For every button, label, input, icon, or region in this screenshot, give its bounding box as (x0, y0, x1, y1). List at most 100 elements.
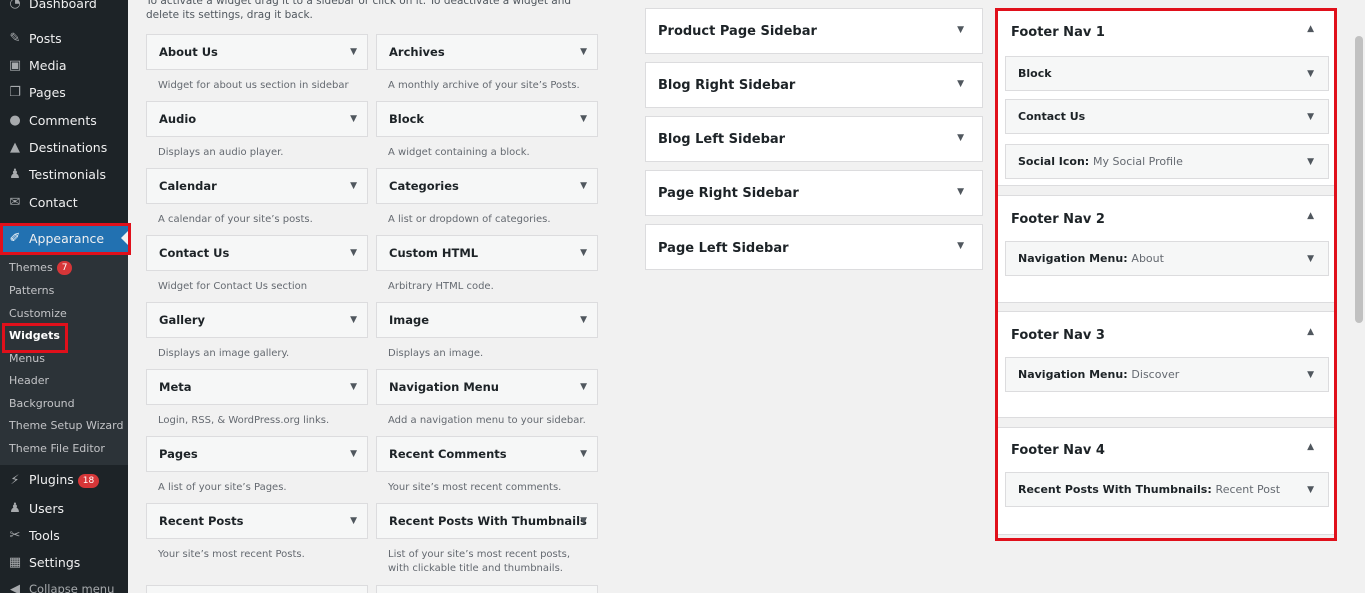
caret-down-icon: ▼ (580, 114, 587, 124)
widget-custom-html[interactable]: Custom HTML ▼ (376, 235, 598, 271)
widget-categories[interactable]: Categories ▼ (376, 168, 598, 204)
footer-nav-4[interactable]: Footer Nav 4 ▲ Recent Posts With Thumbna… (996, 427, 1335, 535)
footer-widget-navigation-menu-discover[interactable]: Navigation Menu: Discover ▼ (1005, 357, 1329, 392)
sidebar-blog-right[interactable]: Blog Right Sidebar ▼ (645, 62, 983, 108)
widget-partial[interactable] (376, 585, 598, 593)
widget-description: A widget containing a block. (388, 147, 530, 158)
widget-block[interactable]: Block ▼ (376, 101, 598, 137)
menu-collapse[interactable]: ◀ Collapse menu (0, 576, 128, 593)
caret-down-icon: ▼ (1307, 254, 1314, 264)
submenu-themes[interactable]: Themes 7 (9, 259, 73, 277)
menu-testimonials[interactable]: ♟ Testimonials (0, 161, 128, 187)
widget-audio[interactable]: Audio ▼ (146, 101, 368, 137)
footer-sidebars: Footer Nav 1 ▲ Block ▼ Contact Us ▼ Social… (996, 9, 1335, 540)
themes-update-badge: 7 (56, 261, 73, 275)
wrench-icon: ✂ (9, 527, 21, 543)
footer-nav-3[interactable]: Footer Nav 3 ▲ Navigation Menu: Discover… (996, 311, 1335, 418)
page-scrollbar[interactable] (1352, 0, 1365, 593)
widget-description: Widget for about us section in sidebar (158, 80, 349, 91)
widget-partial[interactable] (146, 585, 368, 593)
sidebar-product-page[interactable]: Product Page Sidebar ▼ (645, 8, 983, 54)
dashboard-icon: ◔ (9, 0, 21, 11)
widget-recent-posts-with-thumbnails[interactable]: Recent Posts With Thumbnails ▼ (376, 503, 598, 539)
settings-icon: ▦ (8, 554, 22, 570)
submenu-header[interactable]: Header (9, 372, 49, 390)
sidebar-blog-left[interactable]: Blog Left Sidebar ▼ (645, 116, 983, 162)
submenu-patterns[interactable]: Patterns (9, 282, 54, 300)
menu-destinations[interactable]: ▲ Destinations (0, 134, 128, 160)
caret-down-icon: ▼ (1307, 69, 1314, 79)
menu-plugins[interactable]: ⚡ Plugins 18 (0, 467, 128, 493)
users-icon: ♟ (9, 500, 21, 516)
menu-media[interactable]: ▣ Media (0, 52, 128, 78)
caret-down-icon: ▼ (1307, 157, 1314, 167)
submenu-menus[interactable]: Menus (9, 350, 45, 368)
caret-down-icon: ▼ (350, 181, 357, 191)
menu-dashboard[interactable]: ◔ Dashboard (0, 0, 128, 16)
footer-widget-social-icon[interactable]: Social Icon: My Social Profile ▼ (1005, 144, 1329, 179)
admin-menu: ◔ Dashboard ✎ Posts ▣ Media ❐ Pages ● Comment… (0, 0, 128, 593)
menu-contact[interactable]: ✉ Contact (0, 189, 128, 215)
widget-image[interactable]: Image ▼ (376, 302, 598, 338)
footer-widget-block[interactable]: Block ▼ (1005, 56, 1329, 91)
menu-tools[interactable]: ✂ Tools (0, 522, 128, 548)
widget-meta[interactable]: Meta ▼ (146, 369, 368, 405)
widget-recent-posts[interactable]: Recent Posts ▼ (146, 503, 368, 539)
caret-down-icon: ▼ (350, 315, 357, 325)
caret-down-icon: ▼ (350, 248, 357, 258)
widget-recent-comments[interactable]: Recent Comments ▼ (376, 436, 598, 472)
widget-description: Login, RSS, & WordPress.org links. (158, 415, 330, 426)
widget-description: Arbitrary HTML code. (388, 281, 494, 292)
submenu-customize[interactable]: Customize (9, 305, 67, 323)
person-icon: ♟ (9, 166, 21, 182)
widget-navigation-menu[interactable]: Navigation Menu ▼ (376, 369, 598, 405)
widget-description: Your site’s most recent Posts. (158, 549, 305, 560)
caret-down-icon: ▼ (957, 187, 964, 197)
menu-posts[interactable]: ✎ Posts (0, 25, 128, 51)
menu-comments[interactable]: ● Comments (0, 107, 128, 133)
widget-description: List of your site’s most recent posts, w… (388, 549, 571, 574)
caret-down-icon: ▼ (350, 382, 357, 392)
caret-down-icon: ▼ (957, 241, 964, 251)
submenu-theme-setup-wizard[interactable]: Theme Setup Wizard (9, 417, 123, 435)
caret-up-icon: ▲ (1307, 442, 1314, 452)
caret-down-icon: ▼ (957, 133, 964, 143)
caret-up-icon: ▲ (1307, 24, 1314, 34)
menu-settings[interactable]: ▦ Settings (0, 549, 128, 575)
submenu-widgets[interactable]: Widgets (9, 327, 60, 345)
widget-description: Displays an image. (388, 348, 484, 359)
widget-description: Add a navigation menu to your sidebar. (388, 415, 586, 426)
sidebar-page-right[interactable]: Page Right Sidebar ▼ (645, 170, 983, 216)
caret-down-icon: ▼ (580, 315, 587, 325)
caret-down-icon: ▼ (580, 516, 587, 526)
submenu-background[interactable]: Background (9, 395, 75, 413)
caret-up-icon: ▲ (1307, 327, 1314, 337)
widget-archives[interactable]: Archives ▼ (376, 34, 598, 70)
widget-calendar[interactable]: Calendar ▼ (146, 168, 368, 204)
widget-about-us[interactable]: About Us ▼ (146, 34, 368, 70)
footer-widget-contact-us[interactable]: Contact Us ▼ (1005, 99, 1329, 134)
caret-down-icon: ▼ (957, 25, 964, 35)
footer-widget-navigation-menu-about[interactable]: Navigation Menu: About ▼ (1005, 241, 1329, 276)
widget-gallery[interactable]: Gallery ▼ (146, 302, 368, 338)
widget-description: A calendar of your site’s posts. (158, 214, 313, 225)
menu-pages[interactable]: ❐ Pages (0, 79, 128, 105)
caret-down-icon: ▼ (350, 516, 357, 526)
menu-users[interactable]: ♟ Users (0, 495, 128, 521)
widget-description: Widget for Contact Us section (158, 281, 308, 292)
caret-down-icon: ▼ (580, 47, 587, 57)
menu-appearance[interactable]: ✐ Appearance (0, 224, 128, 252)
sidebar-page-left[interactable]: Page Left Sidebar ▼ (645, 224, 983, 270)
caret-down-icon: ▼ (580, 248, 587, 258)
widget-contact-us[interactable]: Contact Us ▼ (146, 235, 368, 271)
scrollbar-thumb[interactable] (1355, 36, 1363, 323)
caret-down-icon: ▼ (350, 449, 357, 459)
footer-nav-2[interactable]: Footer Nav 2 ▲ Navigation Menu: About ▼ (996, 195, 1335, 303)
footer-nav-1[interactable]: Footer Nav 1 ▲ Block ▼ Contact Us ▼ Social… (996, 9, 1335, 186)
caret-down-icon: ▼ (1307, 370, 1314, 380)
widget-pages[interactable]: Pages ▼ (146, 436, 368, 472)
footer-widget-recent-posts-with-thumbnails[interactable]: Recent Posts With Thumbnails: Recent Pos… (1005, 472, 1329, 507)
submenu-theme-file-editor[interactable]: Theme File Editor (9, 440, 105, 458)
widget-description: A list or dropdown of categories. (388, 214, 551, 225)
widget-description: Displays an audio player. (158, 147, 284, 158)
